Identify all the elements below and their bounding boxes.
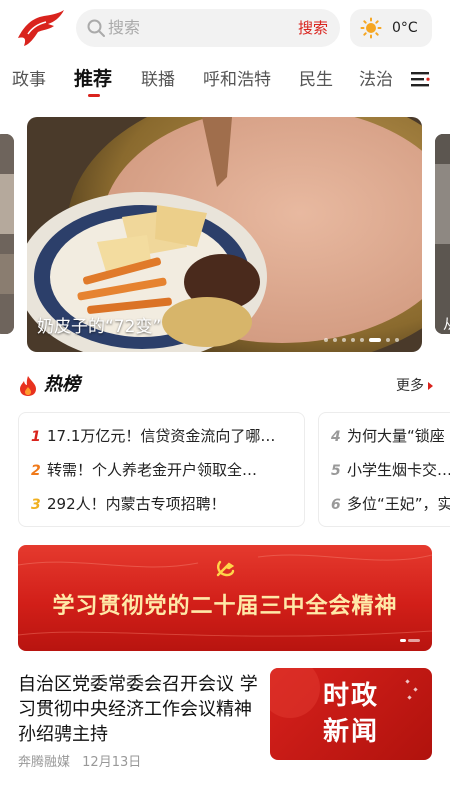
tab-hohhot[interactable]: 呼和浩特 — [203, 68, 271, 92]
sun-icon — [360, 17, 382, 39]
hot-list-item[interactable]: 4 为何大量“锁座 — [331, 425, 450, 449]
hot-list-title: 热榜 — [44, 374, 80, 395]
more-link[interactable]: 更多 — [396, 376, 424, 396]
active-tab-indicator — [88, 94, 100, 97]
hot-list-item[interactable]: 2 转需！个人养老金开户领取全… — [31, 459, 301, 483]
hot-list-item[interactable]: 5 小学生烟卡交… — [331, 459, 450, 483]
carousel-dot[interactable] — [324, 338, 328, 342]
hot-list-item[interactable]: 3 292人！内蒙古专项招聘！ — [31, 493, 301, 517]
hot-item-title[interactable]: 多位“王妃”，实 — [347, 493, 450, 515]
hot-item-title[interactable]: 为何大量“锁座 — [347, 425, 450, 447]
search-input[interactable]: 搜索 — [108, 17, 140, 39]
rank-number: 5 — [331, 463, 341, 479]
fire-icon — [20, 376, 36, 396]
tab-broadcast[interactable]: 联播 — [141, 68, 175, 92]
banner-title: 学习贯彻党的二十届三中全会精神 — [52, 593, 398, 619]
hot-list-item[interactable]: 1 17.1万亿元！信贷资金流向了哪… — [31, 425, 301, 449]
search-icon — [87, 19, 105, 37]
tab-recommended[interactable]: 推荐 — [74, 67, 112, 91]
hot-list-header: 热榜 更多 — [18, 372, 438, 400]
rank-number: 2 — [31, 463, 41, 479]
red-horse-logo[interactable] — [14, 8, 66, 48]
news-source: 奔腾融媒 — [18, 755, 71, 770]
channel-tabs: 政事 推荐 联播 呼和浩特 民生 法治 — [0, 62, 450, 102]
carousel-dot-active[interactable] — [369, 338, 381, 342]
search-bar[interactable]: 搜索 搜索 — [76, 9, 340, 47]
previous-slide-peek[interactable] — [0, 134, 14, 334]
carousel-dots — [324, 338, 399, 342]
carousel-dot[interactable] — [351, 338, 355, 342]
tab-livelihood[interactable]: 民生 — [299, 68, 333, 92]
carousel-caption[interactable]: 奶皮子的“72变” — [37, 316, 161, 338]
carousel-dot[interactable] — [342, 338, 346, 342]
carousel-dot[interactable] — [333, 338, 337, 342]
temperature-label: 0°C — [392, 20, 418, 36]
hot-list-card: 1 17.1万亿元！信贷资金流向了哪… 2 转需！个人养老金开户领取全… 3 2… — [18, 412, 305, 527]
rank-number: 3 — [31, 497, 41, 513]
hot-item-title[interactable]: 转需！个人养老金开户领取全… — [47, 459, 301, 481]
next-slide-caption: 从 — [443, 314, 450, 334]
hot-list-card: 4 为何大量“锁座 5 小学生烟卡交… 6 多位“王妃”，实 — [318, 412, 450, 527]
hot-item-title[interactable]: 小学生烟卡交… — [347, 459, 450, 481]
thumbnail-text: 新闻 — [322, 717, 379, 747]
chevron-right-icon[interactable] — [428, 382, 433, 390]
news-meta: 奔腾融媒 12月13日 — [18, 754, 141, 772]
rank-number: 6 — [331, 497, 341, 513]
thumbnail-text: 时政 — [322, 681, 379, 711]
hot-list-item[interactable]: 6 多位“王妃”，实 — [331, 493, 450, 517]
news-headline[interactable]: 自治区党委常委会召开会议 学习贯彻中央经济工作会议精神 孙绍骋主持 — [18, 672, 258, 747]
app-header: 搜索 搜索 0°C — [0, 0, 450, 58]
rank-number: 1 — [31, 429, 41, 445]
carousel-dot[interactable] — [360, 338, 364, 342]
carousel-dot[interactable] — [386, 338, 390, 342]
menu-icon[interactable] — [410, 70, 430, 88]
tab-law[interactable]: 法治 — [359, 68, 393, 92]
weather-widget[interactable]: 0°C — [350, 9, 432, 47]
next-slide-peek[interactable]: 从 — [435, 134, 450, 334]
party-emblem-icon — [216, 560, 235, 577]
search-button[interactable]: 搜索 — [298, 17, 328, 39]
carousel-dot[interactable] — [395, 338, 399, 342]
news-date: 12月13日 — [82, 755, 142, 770]
hot-item-title[interactable]: 17.1万亿元！信贷资金流向了哪… — [47, 425, 301, 447]
hot-item-title[interactable]: 292人！内蒙古专项招聘！ — [47, 493, 301, 515]
plenum-banner[interactable]: 学习贯彻党的二十届三中全会精神 — [18, 545, 432, 651]
featured-carousel[interactable]: 奶皮子的“72变” 从 — [0, 117, 450, 352]
tab-politics[interactable]: 政事 — [12, 68, 46, 92]
news-thumbnail[interactable]: 时政 新闻 — [270, 668, 432, 760]
carousel-slide[interactable]: 奶皮子的“72变” — [27, 117, 422, 352]
rank-number: 4 — [331, 429, 341, 445]
